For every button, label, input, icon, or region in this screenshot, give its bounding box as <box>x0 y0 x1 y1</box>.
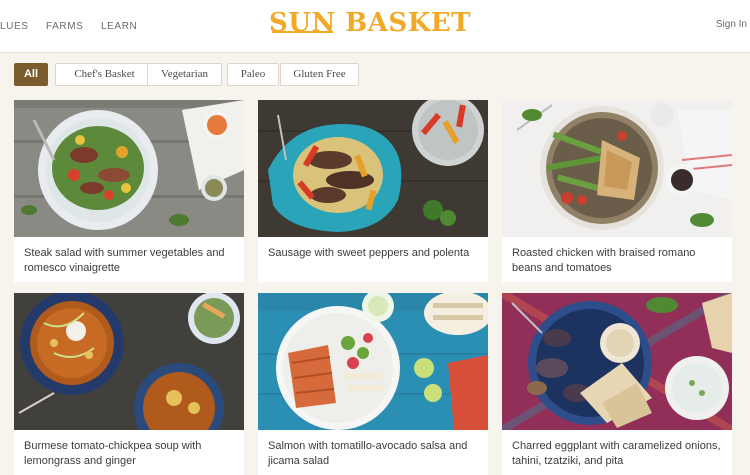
recipe-photo <box>502 293 732 430</box>
nav-item-learn[interactable]: LEARN <box>101 21 137 32</box>
logo-text-basket: BASKET <box>335 8 471 38</box>
recipe-title[interactable]: Salmon with tomatillo-avocado salsa and … <box>268 439 482 469</box>
recipe-photo <box>14 293 244 430</box>
filter-paleo[interactable]: Paleo <box>227 63 279 86</box>
recipe-photo <box>14 100 244 237</box>
nav-item-values[interactable]: LUES <box>0 21 29 32</box>
recipe-title[interactable]: Steak salad with summer vegetables and r… <box>24 246 238 276</box>
recipe-card[interactable]: Sausage with sweet peppers and polenta <box>258 100 488 282</box>
recipe-title[interactable]: Roasted chicken with braised romano bean… <box>512 246 726 276</box>
recipe-photo <box>502 100 732 237</box>
recipe-card[interactable]: Burmese tomato-chickpea soup with lemong… <box>14 293 244 475</box>
recipe-photo <box>258 100 488 237</box>
site-header: LUES FARMS LEARN SUN BASKET Sign In <box>0 0 750 53</box>
logo-text-sun: SUN <box>269 8 336 38</box>
recipe-photo <box>258 293 488 430</box>
filter-all[interactable]: All <box>14 63 48 86</box>
recipe-title[interactable]: Burmese tomato-chickpea soup with lemong… <box>24 439 238 469</box>
sun-basket-logo[interactable]: SUN BASKET <box>269 8 471 38</box>
recipe-card[interactable]: Salmon with tomatillo-avocado salsa and … <box>258 293 488 475</box>
recipe-title[interactable]: Sausage with sweet peppers and polenta <box>268 246 482 261</box>
sign-in-link[interactable]: Sign In <box>716 19 747 30</box>
recipe-title[interactable]: Charred eggplant with caramelized onions… <box>512 439 726 469</box>
recipe-card[interactable]: Roasted chicken with braised romano bean… <box>502 100 732 282</box>
filter-chefs-basket[interactable]: Chef's Basket <box>55 63 154 86</box>
recipe-card[interactable]: Charred eggplant with caramelized onions… <box>502 293 732 475</box>
recipe-card[interactable]: Steak salad with summer vegetables and r… <box>14 100 244 282</box>
nav-item-farms[interactable]: FARMS <box>46 21 83 32</box>
filter-gluten-free[interactable]: Gluten Free <box>280 63 359 86</box>
filter-vegetarian[interactable]: Vegetarian <box>147 63 222 86</box>
